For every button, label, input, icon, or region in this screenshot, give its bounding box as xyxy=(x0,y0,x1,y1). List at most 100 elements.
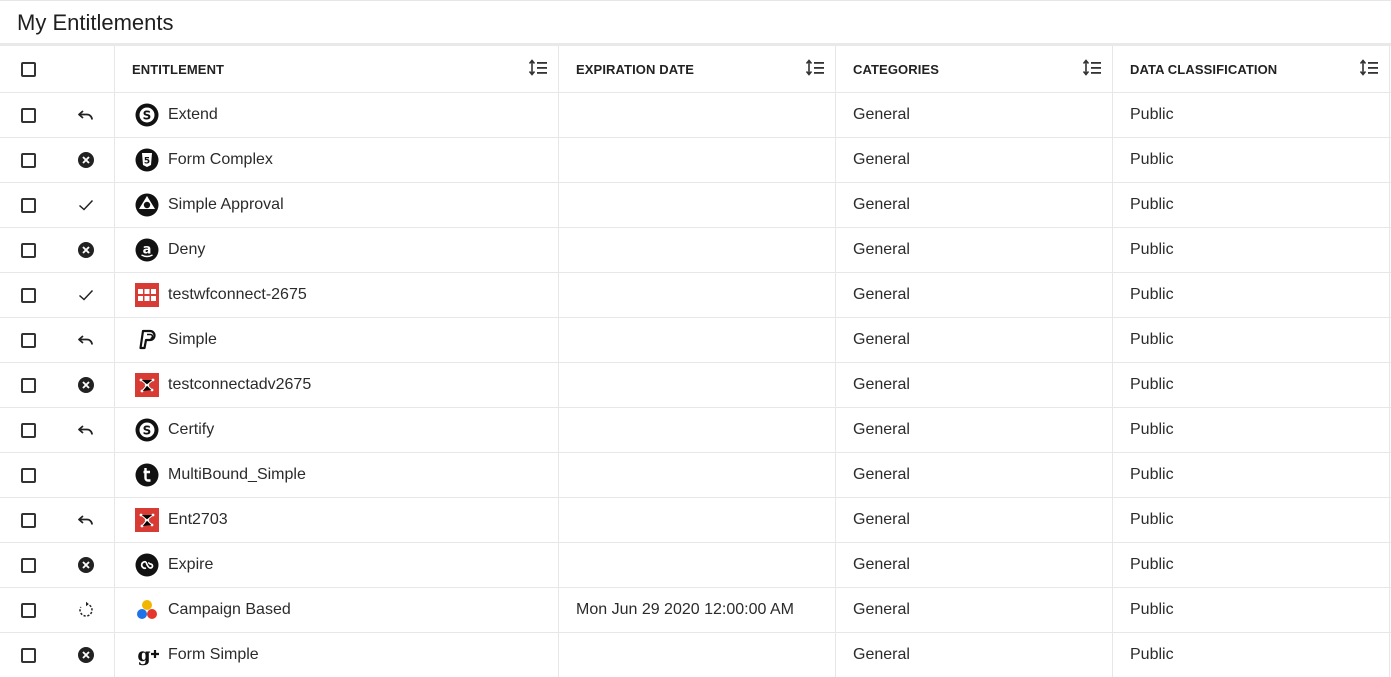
data-classification: Public xyxy=(1130,151,1174,168)
table-row[interactable]: Campaign Based Mon Jun 29 2020 12:00:00 … xyxy=(0,588,1391,633)
column-header-data-classification[interactable]: DATA CLASSIFICATION xyxy=(1112,46,1390,92)
data-classification: Public xyxy=(1130,466,1174,483)
entitlement-name: Form Complex xyxy=(168,151,273,168)
category-cell: General xyxy=(835,498,1112,542)
category-cell: General xyxy=(835,138,1112,182)
table-row[interactable]: S Extend General Public xyxy=(0,93,1391,138)
row-checkbox[interactable] xyxy=(21,287,36,303)
renew-icon[interactable] xyxy=(77,601,95,619)
cancel-circle-icon[interactable] xyxy=(77,556,95,574)
table-row[interactable]: S Certify General Public xyxy=(0,408,1391,453)
expiration-date-cell xyxy=(558,318,835,362)
picasa-icon xyxy=(135,193,159,217)
select-all-checkbox[interactable] xyxy=(21,61,36,77)
data-classification: Public xyxy=(1130,511,1174,528)
data-classification-cell: Public xyxy=(1112,408,1390,452)
select-all-cell xyxy=(0,46,57,92)
data-classification-cell: Public xyxy=(1112,183,1390,227)
data-classification-cell: Public xyxy=(1112,588,1390,632)
table-row[interactable]: Simple General Public xyxy=(0,318,1391,363)
table-row[interactable]: Expire General Public xyxy=(0,543,1391,588)
category: General xyxy=(853,466,910,483)
row-action-cell xyxy=(57,363,114,407)
data-classification: Public xyxy=(1130,106,1174,123)
table-row[interactable]: testwfconnect-2675 General Public xyxy=(0,273,1391,318)
sort-icon[interactable] xyxy=(1082,59,1102,77)
row-select-cell xyxy=(0,93,57,137)
row-checkbox[interactable] xyxy=(21,152,36,168)
table-row[interactable]: Simple Approval General Public xyxy=(0,183,1391,228)
red-network-app-icon xyxy=(135,373,159,397)
category: General xyxy=(853,556,910,573)
row-checkbox[interactable] xyxy=(21,647,36,663)
undo-icon[interactable] xyxy=(77,106,95,124)
expiration-date-cell xyxy=(558,183,835,227)
data-classification-cell: Public xyxy=(1112,498,1390,542)
column-label-entitlement: ENTITLEMENT xyxy=(132,61,225,77)
table-row[interactable]: testconnectadv2675 General Public xyxy=(0,363,1391,408)
row-checkbox[interactable] xyxy=(21,377,36,393)
row-select-cell xyxy=(0,183,57,227)
row-action-cell xyxy=(57,453,114,497)
data-classification: Public xyxy=(1130,646,1174,663)
row-select-cell xyxy=(0,363,57,407)
entitlement-cell: testconnectadv2675 xyxy=(114,363,558,407)
undo-icon[interactable] xyxy=(77,331,95,349)
row-checkbox[interactable] xyxy=(21,107,36,123)
entitlement-name: Expire xyxy=(168,556,214,573)
entitlement-name: MultiBound_Simple xyxy=(168,466,306,483)
row-checkbox[interactable] xyxy=(21,242,36,258)
amazon-icon: a xyxy=(135,238,159,262)
table-row[interactable]: 5 Form Complex General Public xyxy=(0,138,1391,183)
expiration-date-cell: Mon Jun 29 2020 12:00:00 AM xyxy=(558,588,835,632)
table-row[interactable]: g Form Simple General Public xyxy=(0,633,1391,677)
row-checkbox[interactable] xyxy=(21,197,36,213)
cancel-circle-icon[interactable] xyxy=(77,151,95,169)
row-checkbox[interactable] xyxy=(21,467,36,483)
category-cell: General xyxy=(835,543,1112,587)
entitlements-page: My Entitlements ENTITLEMENT EXPIRATION D… xyxy=(0,0,1391,677)
row-checkbox[interactable] xyxy=(21,602,36,618)
row-select-cell xyxy=(0,318,57,362)
svg-text:g: g xyxy=(137,644,150,666)
expiration-date-cell xyxy=(558,273,835,317)
sort-icon[interactable] xyxy=(528,59,548,77)
cancel-circle-icon[interactable] xyxy=(77,646,95,664)
row-checkbox[interactable] xyxy=(21,512,36,528)
data-classification-cell: Public xyxy=(1112,273,1390,317)
entitlement-name: Simple xyxy=(168,331,217,348)
row-checkbox[interactable] xyxy=(21,422,36,438)
html5-icon: 5 xyxy=(135,148,159,172)
data-classification-cell: Public xyxy=(1112,453,1390,497)
svg-text:5: 5 xyxy=(144,157,150,167)
table-row[interactable]: Ent2703 General Public xyxy=(0,498,1391,543)
column-header-expiration-date[interactable]: EXPIRATION DATE xyxy=(558,46,835,92)
undo-icon[interactable] xyxy=(77,421,95,439)
category-cell: General xyxy=(835,363,1112,407)
row-action-cell xyxy=(57,408,114,452)
skype-icon: S xyxy=(135,418,159,442)
tumblr-icon xyxy=(135,463,159,487)
entitlement-name: Deny xyxy=(168,241,206,258)
table-row[interactable]: a Deny General Public xyxy=(0,228,1391,273)
column-header-entitlement[interactable]: ENTITLEMENT xyxy=(114,46,558,92)
row-checkbox[interactable] xyxy=(21,332,36,348)
entitlement-name: testwfconnect-2675 xyxy=(168,286,307,303)
row-checkbox[interactable] xyxy=(21,557,36,573)
cancel-circle-icon[interactable] xyxy=(77,376,95,394)
expiration-date-cell xyxy=(558,408,835,452)
category-cell: General xyxy=(835,633,1112,677)
expiration-date-cell xyxy=(558,498,835,542)
sort-icon[interactable] xyxy=(1359,59,1379,77)
table-row[interactable]: MultiBound_Simple General Public xyxy=(0,453,1391,498)
check-icon[interactable] xyxy=(77,196,95,214)
entitlement-cell: Simple xyxy=(114,318,558,362)
entitlement-cell: Expire xyxy=(114,543,558,587)
page-title: My Entitlements xyxy=(17,10,174,35)
undo-icon[interactable] xyxy=(77,511,95,529)
cancel-circle-icon[interactable] xyxy=(77,241,95,259)
skype-icon: S xyxy=(135,103,159,127)
sort-icon[interactable] xyxy=(805,59,825,77)
check-icon[interactable] xyxy=(77,286,95,304)
column-header-categories[interactable]: CATEGORIES xyxy=(835,46,1112,92)
